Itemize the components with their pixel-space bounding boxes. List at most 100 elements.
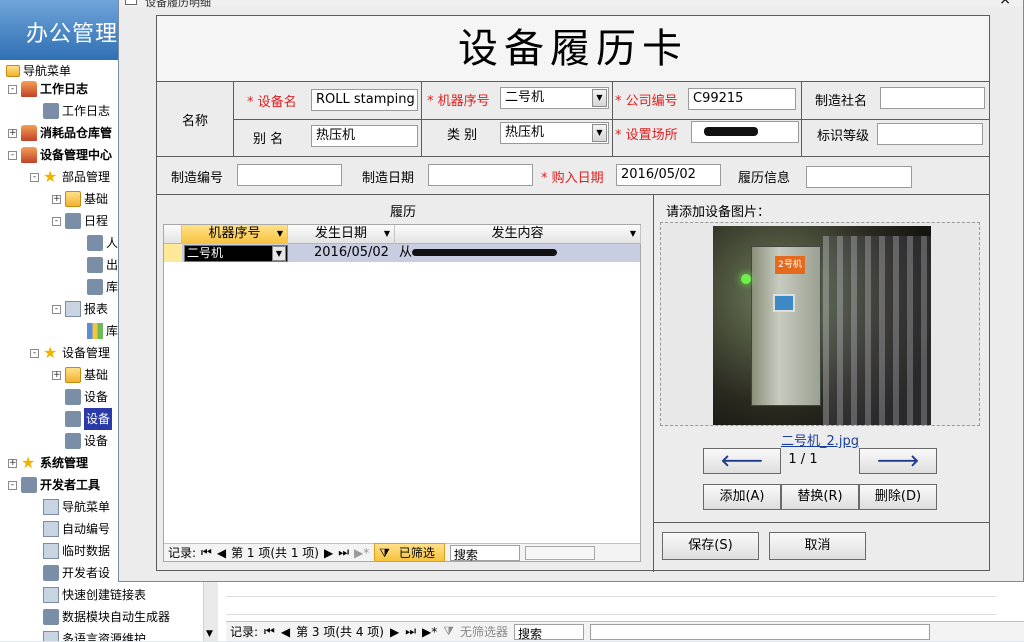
company-no-field[interactable]: C99215	[688, 88, 796, 110]
next-record-icon[interactable]: ▶	[324, 546, 333, 560]
buy-date-field[interactable]: 2016/05/02	[616, 164, 721, 186]
nav-item[interactable]: + 消耗品仓库管	[8, 122, 112, 144]
history-datasheet: 机器序号 ▼ 发生日期 ▼ 发生内容 ▼ 二号机 ▼ 2016/05/02 从 …	[163, 224, 641, 562]
photo-frame[interactable]: 2号机	[660, 222, 980, 426]
nav-item[interactable]: - ★ 设备管理	[30, 342, 110, 364]
nav-item[interactable]: 人	[74, 232, 118, 254]
location-field[interactable]	[691, 121, 799, 143]
history-title: 履历	[390, 205, 417, 220]
nav-item[interactable]: - 设备管理中心	[8, 144, 112, 166]
expand-icon[interactable]: +	[8, 458, 17, 468]
select-all-cell[interactable]	[164, 225, 182, 244]
equipment-photo: 2号机	[713, 226, 931, 425]
chevron-down-icon[interactable]: ▼	[630, 225, 636, 243]
equip-name-field[interactable]: ROLL stamping	[311, 89, 418, 111]
dropdown-arrow-icon[interactable]: ▼	[272, 246, 286, 261]
nav-item[interactable]: 设备	[52, 408, 113, 430]
nav-item[interactable]: 自动编号	[30, 518, 110, 540]
photo-filename-link[interactable]: 二号机_2.jpg	[660, 430, 980, 449]
make-date-field[interactable]	[428, 164, 533, 186]
table-row[interactable]: 二号机 ▼ 2016/05/02 从	[164, 244, 640, 262]
content-cell[interactable]: 从	[399, 244, 558, 262]
scroll-down-icon[interactable]: ▼	[206, 629, 213, 639]
history-header: 机器序号 ▼ 发生日期 ▼ 发生内容 ▼	[164, 225, 641, 244]
nav-item[interactable]: 开发者设	[30, 562, 110, 584]
collapse-icon[interactable]: -	[30, 172, 39, 182]
add-photo-button[interactable]: 添加(A)	[703, 484, 781, 510]
col-machine-no[interactable]: 机器序号 ▼	[182, 225, 288, 244]
nav-item[interactable]: 设备	[52, 386, 108, 408]
nav-item[interactable]: - ★ 部品管理	[30, 166, 110, 188]
nav-item[interactable]: 设备	[52, 430, 108, 452]
filter-toggle[interactable]: ⧩ 已筛选	[374, 543, 445, 562]
collapse-icon[interactable]: -	[8, 480, 17, 490]
close-icon[interactable]: ×	[999, 0, 1011, 8]
collapse-icon[interactable]: -	[52, 304, 61, 314]
prev-record-icon[interactable]: ◀	[217, 546, 226, 560]
replace-photo-button[interactable]: 替换(R)	[781, 484, 859, 510]
machine-no-combo[interactable]: 二号机 ▼	[500, 87, 609, 109]
nav-item[interactable]: 多语言资源维护	[30, 628, 146, 641]
first-record-icon[interactable]: ⏮	[264, 624, 275, 639]
nav-item[interactable]: - 报表	[52, 298, 108, 320]
chevron-down-icon[interactable]: ▼	[384, 225, 390, 243]
first-record-icon[interactable]: ⏮	[201, 545, 212, 560]
new-record-icon[interactable]: ▶*	[354, 546, 369, 560]
prev-photo-button[interactable]: 🡐	[703, 448, 781, 474]
filter-icon[interactable]: ⧩	[443, 624, 454, 639]
nav-item[interactable]: + 基础	[52, 188, 108, 210]
expand-icon[interactable]: +	[8, 128, 17, 138]
filter-icon[interactable]: ▼	[277, 225, 283, 243]
nav-item[interactable]: 库	[74, 276, 118, 298]
new-record-icon[interactable]: ▶*	[422, 625, 437, 639]
nav-item[interactable]: + ★ 系统管理	[8, 452, 88, 474]
date-cell[interactable]: 2016/05/02	[314, 244, 389, 262]
collapse-icon[interactable]: -	[52, 216, 61, 226]
collapse-icon[interactable]: -	[8, 150, 17, 160]
row-selector[interactable]	[164, 244, 182, 262]
next-record-icon[interactable]: ▶	[390, 625, 399, 639]
col-content[interactable]: 发生内容 ▼	[395, 225, 641, 244]
nav-item[interactable]: 导航菜单	[30, 496, 110, 518]
horizontal-scrollbar[interactable]	[590, 623, 931, 640]
nav-item[interactable]: 出	[74, 254, 118, 276]
category-combo[interactable]: 热压机 ▼	[500, 122, 609, 144]
dropdown-arrow-icon[interactable]: ▼	[592, 124, 607, 142]
prev-record-icon[interactable]: ◀	[281, 625, 290, 639]
filter-status[interactable]: 无筛选器	[460, 623, 508, 640]
save-button[interactable]: 保存(S)	[662, 532, 759, 560]
nav-item[interactable]: + 基础	[52, 364, 108, 386]
nav-item[interactable]: 库	[74, 320, 118, 342]
col-date[interactable]: 发生日期 ▼	[288, 225, 395, 244]
last-record-icon[interactable]: ⏭	[338, 545, 349, 560]
alias-field[interactable]: 热压机	[311, 125, 418, 147]
dropdown-arrow-icon[interactable]: ▼	[592, 89, 607, 107]
id-level-field[interactable]	[877, 123, 983, 145]
nav-item[interactable]: - 开发者工具	[8, 474, 100, 496]
history-info-field[interactable]	[806, 166, 912, 188]
nav-item[interactable]: - 工作日志	[8, 78, 88, 100]
search-input[interactable]: 搜索	[449, 544, 520, 562]
collapse-icon[interactable]: -	[8, 84, 17, 94]
add-photo-label: 添加(A)	[719, 489, 765, 504]
next-photo-button[interactable]: 🡒	[859, 448, 937, 474]
nav-item[interactable]: 工作日志	[30, 100, 110, 122]
horizontal-scrollbar[interactable]	[524, 545, 595, 560]
machine-no-cell[interactable]: 二号机 ▼	[184, 245, 288, 262]
tool-icon	[87, 235, 103, 251]
search-input[interactable]: 搜索	[514, 623, 585, 641]
background-record-navigator: 记录: ⏮ ◀ 第 3 项(共 4 项) ▶ ⏭ ▶* ⧩ 无筛选器 搜索	[226, 621, 1024, 641]
nav-item[interactable]: 快速创建链接表	[30, 584, 146, 606]
collapse-icon[interactable]: -	[30, 348, 39, 358]
nav-item[interactable]: 临时数据	[30, 540, 110, 562]
delete-photo-button[interactable]: 删除(D)	[859, 484, 937, 510]
expand-icon[interactable]: +	[52, 194, 61, 204]
nav-item[interactable]: 数据模块自动生成器	[30, 606, 170, 628]
tool-icon	[87, 257, 103, 273]
cancel-button[interactable]: 取消	[769, 532, 866, 560]
expand-icon[interactable]: +	[52, 370, 61, 380]
last-record-icon[interactable]: ⏭	[405, 624, 416, 639]
serial-no-field[interactable]	[237, 164, 342, 186]
maker-field[interactable]	[880, 87, 985, 109]
nav-item[interactable]: - 日程	[52, 210, 108, 232]
